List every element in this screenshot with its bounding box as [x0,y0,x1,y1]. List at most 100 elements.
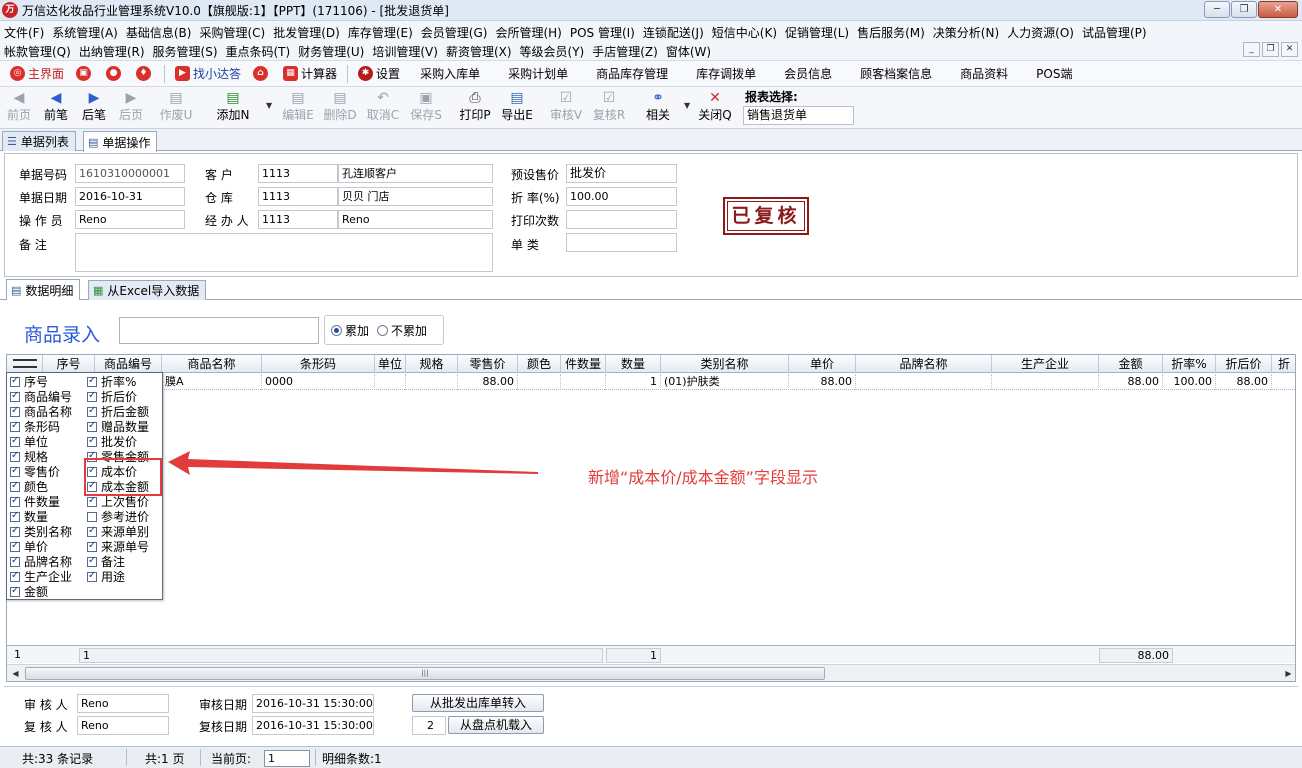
edit-button[interactable]: ▤ 编辑E [281,89,315,127]
product-entry-input[interactable] [119,317,319,344]
tab-doc-list[interactable]: ☰ 单据列表 [2,131,76,151]
column-toggle[interactable]: 金额 [10,584,48,599]
cell-unit[interactable] [375,374,406,390]
checkbox[interactable] [10,495,20,507]
table-row[interactable]: 膜A 0000 88.00 1 (01)护肤类 88.00 88.00 100.… [7,374,1295,390]
void-button[interactable]: ▤ 作废U [158,89,194,127]
checkbox[interactable] [10,480,20,492]
recheck-date-field[interactable]: 2016-10-31 15:30:00 [252,716,374,735]
checkbox[interactable] [87,375,97,387]
menu-item[interactable]: 批发管理(D) [269,24,344,41]
checkbox[interactable] [10,405,20,417]
cell-spec[interactable] [406,374,458,390]
cell-category[interactable]: (01)护肤类 [661,374,789,390]
checkbox[interactable] [10,540,20,552]
checkbox[interactable] [10,585,20,597]
column-toggle[interactable]: 条形码 [10,419,60,434]
menu-item[interactable]: POS 管理(I) [566,24,639,41]
doc-date-field[interactable]: 2016-10-31 [75,187,185,206]
menu-item[interactable]: 等级会员(Y) [516,43,589,60]
column-header-color[interactable]: 颜色 [518,355,561,373]
column-toggle[interactable]: 生产企业 [10,569,72,584]
column-toggle[interactable]: 赠品数量 [87,419,149,434]
last-page-button[interactable]: ▶ 后页 [117,89,145,127]
mdi-minimize-button[interactable]: _ [1243,42,1260,57]
review-date-field[interactable]: 2016-10-31 15:30:00 [252,694,374,713]
column-toggle[interactable]: 商品编号 [10,389,72,404]
column-header-maker[interactable]: 生产企业 [992,355,1099,373]
related-dropdown-icon[interactable]: ▼ [684,101,690,110]
house-button[interactable]: ⌂ [247,62,277,86]
checkbox[interactable] [87,525,97,537]
checkbox[interactable] [10,555,20,567]
column-header-piece[interactable]: 件数量 [561,355,606,373]
quick-link[interactable]: 采购计划单 [494,65,582,82]
tab-doc-operate[interactable]: ▤ 单据操作 [83,131,158,152]
column-header-price[interactable]: 单价 [789,355,856,373]
cell-product-name[interactable]: 膜A [162,374,262,390]
menu-item[interactable]: 连锁配送(J) [639,24,708,41]
remark-field[interactable] [75,233,493,272]
load-from-scanner-button[interactable]: 从盘点机载入 [448,716,544,734]
column-toggle[interactable]: 数量 [10,509,48,524]
no-accumulate-radio[interactable] [377,324,389,336]
related-button[interactable]: ⚭ 相关 [644,89,672,127]
column-toggle[interactable]: 上次售价 [87,494,149,509]
menu-item[interactable]: 文件(F) [0,24,48,41]
checkbox[interactable] [10,510,20,522]
column-toggle[interactable]: 单价 [10,539,48,554]
quick-link[interactable]: 会员信息 [770,65,846,82]
print-count-field[interactable] [566,210,677,229]
column-toggle[interactable]: 折后金额 [87,404,149,419]
menu-item[interactable]: 窗体(W) [662,43,715,60]
checkbox[interactable] [10,525,20,537]
close-window-button[interactable]: ✕ [1258,1,1298,18]
delete-button[interactable]: ▤ 删除D [323,89,357,127]
cell-unit-price[interactable]: 88.00 [789,374,856,390]
quick-link[interactable]: 库存调拨单 [682,65,770,82]
find-assistant-button[interactable]: ▶ 找小达答 [169,62,247,86]
cell-amount[interactable]: 88.00 [1099,374,1163,390]
menu-item[interactable]: 财务管理(U) [294,43,368,60]
print-button[interactable]: ⎙ 打印P [458,89,492,127]
minimize-button[interactable]: ─ [1204,1,1230,18]
checkbox[interactable] [87,540,97,552]
handler-code-field[interactable]: 1113 [258,210,338,229]
column-toggle[interactable]: 折后价 [87,389,137,404]
column-toggle[interactable]: 件数量 [10,494,60,509]
tab-excel-import[interactable]: ▦ 从Excel导入数据 [88,280,207,300]
menu-item[interactable]: 重点条码(T) [222,43,295,60]
menu-item[interactable]: 会员管理(G) [417,24,492,41]
column-header-qty[interactable]: 数量 [606,355,661,373]
checkbox[interactable] [10,450,20,462]
preset-price-select[interactable]: 批发价 [566,164,677,183]
doc-no-field[interactable]: 1610310000001 [75,164,185,183]
column-header-spec[interactable]: 规格 [406,355,458,373]
column-toggle[interactable]: 来源单号 [87,539,149,554]
accumulate-radio[interactable] [331,324,342,336]
menu-item[interactable]: 服务管理(S) [149,43,222,60]
tab-data-detail[interactable]: ▤ 数据明细 [6,279,81,300]
column-toggle[interactable]: 规格 [10,449,48,464]
column-toggle[interactable]: 参考进价 [87,509,149,524]
scrollbar-thumb[interactable]: ||| [25,667,825,680]
settings-button[interactable]: ✱ 设置 [352,62,406,86]
checkbox[interactable] [87,390,97,402]
next-record-button[interactable]: ▶ 后笔 [80,89,108,127]
quick-link[interactable]: 顾客档案信息 [846,65,946,82]
menu-item[interactable]: 人力资源(O) [1003,24,1078,41]
cell-brand[interactable] [856,374,992,390]
column-header-brand[interactable]: 品牌名称 [856,355,992,373]
help-button[interactable]: ♦ [130,62,160,86]
checkbox[interactable] [87,420,97,432]
checkbox[interactable] [10,390,20,402]
column-toggle[interactable]: 零售价 [10,464,60,479]
column-toggle[interactable]: 来源单别 [87,524,149,539]
column-toggle[interactable]: 用途 [87,569,125,584]
column-header-unit[interactable]: 单位 [375,355,406,373]
column-toggle[interactable]: 单位 [10,434,48,449]
quick-link[interactable]: 商品资料 [946,65,1022,82]
column-toggle[interactable]: 品牌名称 [10,554,72,569]
discount-field[interactable]: 100.00 [566,187,677,206]
checkbox[interactable] [10,570,20,582]
